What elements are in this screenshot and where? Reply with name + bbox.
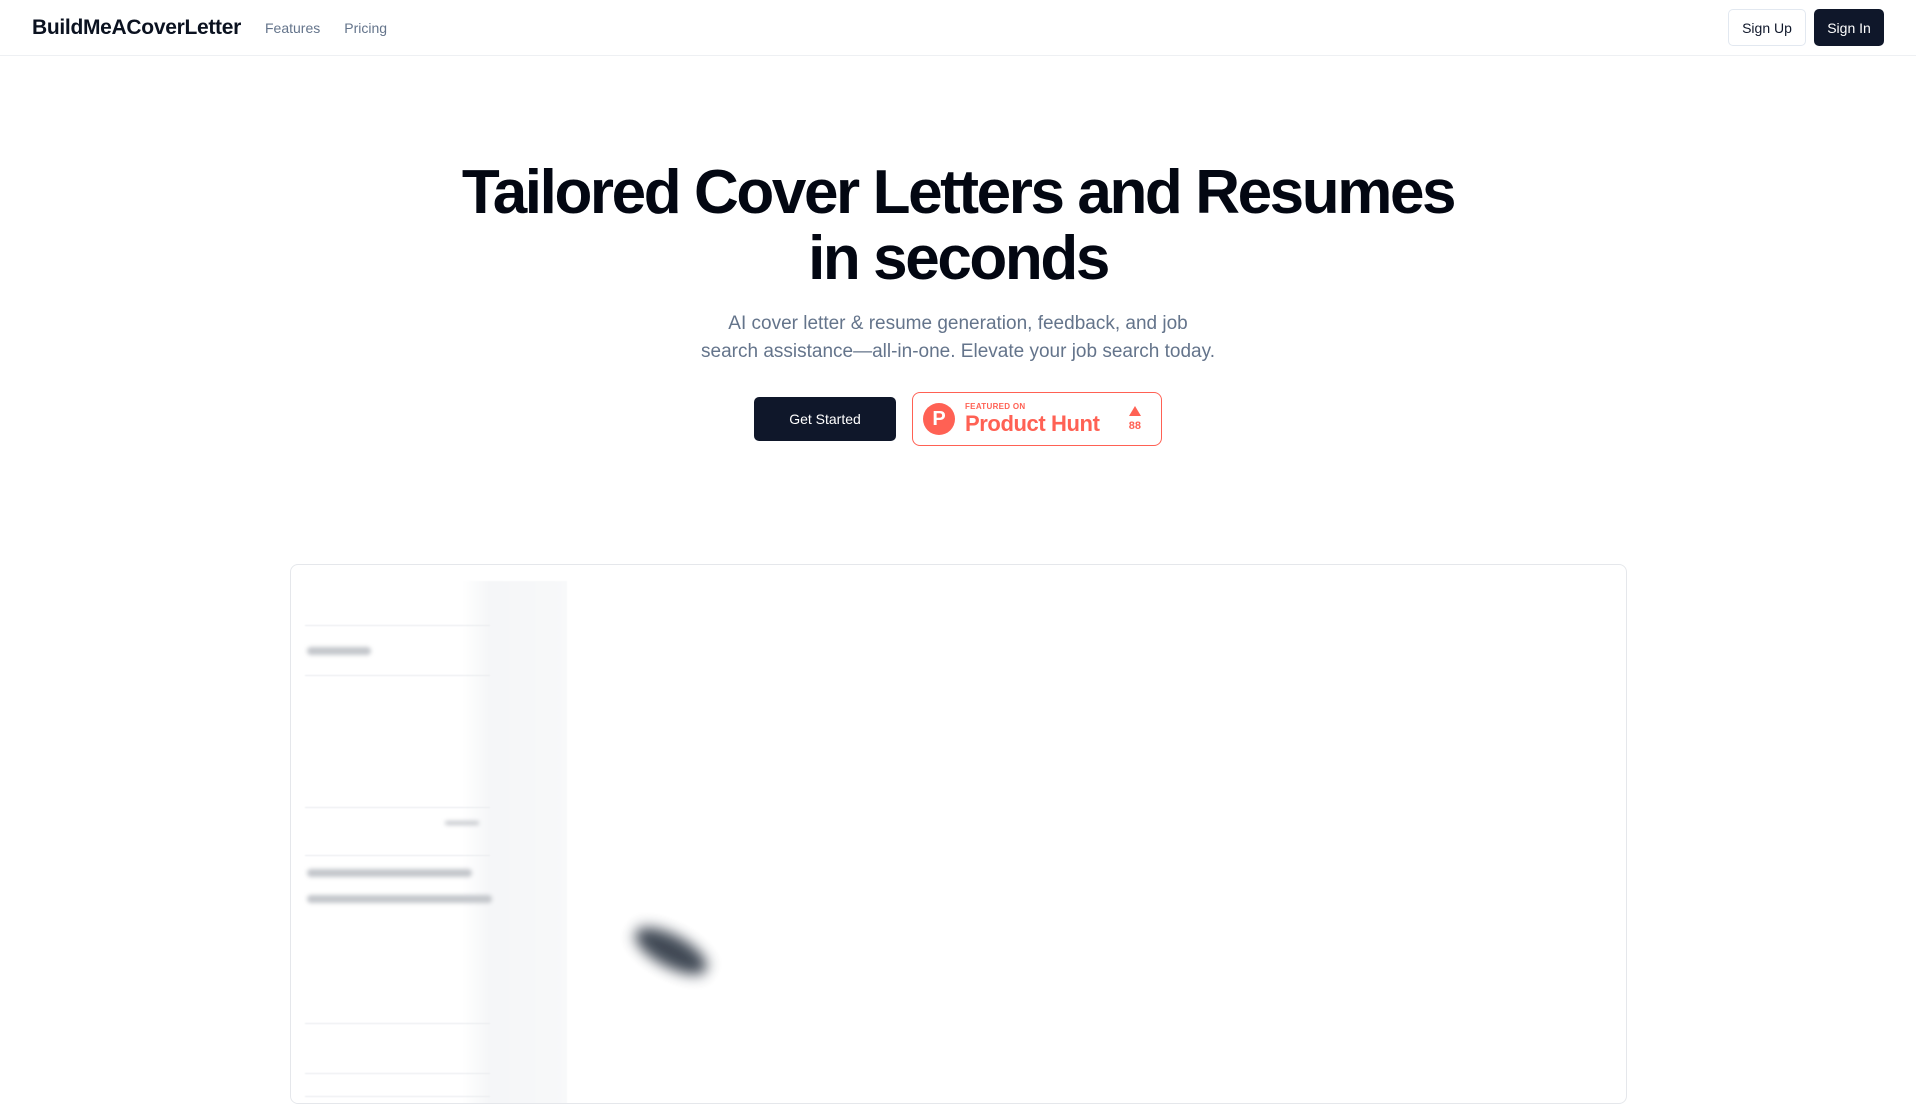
nav-link-pricing[interactable]: Pricing: [344, 20, 387, 36]
product-hunt-badge[interactable]: P FEATURED ON Product Hunt 88: [912, 392, 1162, 446]
preview-divider: [305, 1096, 490, 1097]
preview-text-placeholder: [445, 821, 479, 825]
blurred-cursor-icon: [628, 918, 714, 984]
get-started-button[interactable]: Get Started: [754, 397, 896, 441]
hero-title: Tailored Cover Letters and Resumes in se…: [458, 160, 1458, 292]
upvote-arrow-icon: [1128, 406, 1141, 416]
auth-buttons: Sign Up Sign In: [1728, 9, 1884, 46]
preview-sidebar: [291, 581, 567, 1103]
preview-text-placeholder: [307, 869, 472, 877]
hero-subtitle: AI cover letter & resume generation, fee…: [678, 310, 1238, 366]
preview-divider: [305, 675, 490, 676]
preview-text-placeholder: [307, 895, 492, 903]
top-navigation-bar: BuildMeACoverLetter Features Pricing Sig…: [0, 0, 1916, 56]
product-hunt-text: FEATURED ON Product Hunt: [965, 402, 1100, 436]
preview-divider: [305, 1023, 490, 1024]
sign-up-button[interactable]: Sign Up: [1728, 9, 1806, 46]
app-preview-screenshot: [290, 564, 1627, 1104]
product-hunt-name: Product Hunt: [965, 411, 1100, 436]
upvote-count: 88: [1128, 420, 1141, 432]
preview-divider: [305, 855, 490, 856]
hero-title-line-1: Tailored Cover Letters and Resumes: [461, 158, 1457, 227]
product-hunt-votes: 88: [1129, 406, 1141, 432]
preview-divider: [305, 807, 490, 808]
hero-subtitle-line-1: AI cover letter & resume generation, fee…: [728, 313, 1188, 334]
hero-title-line-2: in seconds: [808, 224, 1110, 293]
cta-row: Get Started P FEATURED ON Product Hunt 8…: [0, 392, 1916, 446]
brand-logo-link[interactable]: BuildMeACoverLetter: [32, 16, 241, 40]
product-hunt-logo-icon: P: [923, 403, 955, 435]
hero-section: Tailored Cover Letters and Resumes in se…: [0, 160, 1916, 446]
hero-subtitle-line-2: search assistance—all-in-one. Elevate yo…: [701, 341, 1215, 362]
nav-link-features[interactable]: Features: [265, 20, 320, 36]
preview-divider: [305, 1073, 490, 1074]
preview-text-placeholder: [307, 647, 371, 655]
preview-divider: [305, 625, 490, 626]
sign-in-button[interactable]: Sign In: [1814, 9, 1884, 46]
